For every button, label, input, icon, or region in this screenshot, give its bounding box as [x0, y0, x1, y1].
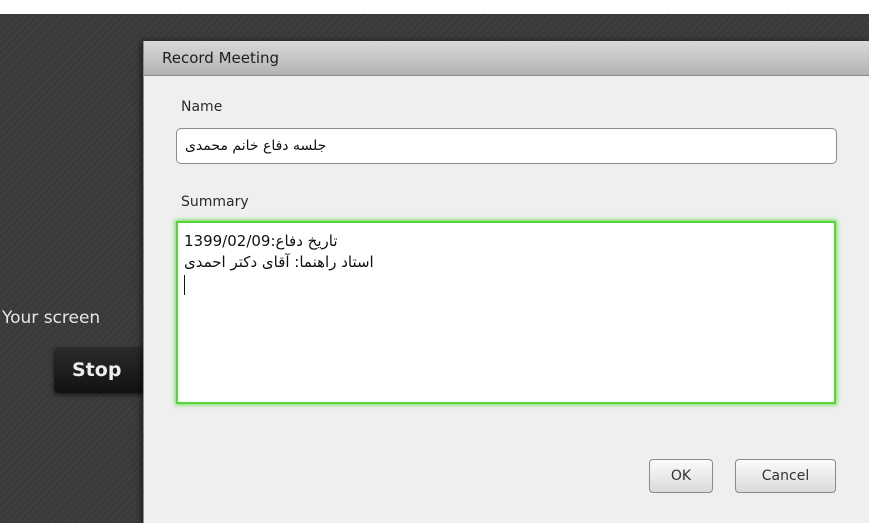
stop-sharing-button[interactable]: Stop [54, 347, 154, 393]
summary-label: Summary [181, 194, 249, 210]
name-label: Name [181, 99, 223, 115]
ok-button[interactable]: OK [649, 459, 713, 493]
name-input[interactable] [176, 128, 837, 164]
dialog-title: Record Meeting [162, 49, 280, 67]
cancel-button[interactable]: Cancel [735, 459, 836, 493]
record-meeting-dialog: Record Meeting Name Summary تاریخ دفاع:1… [143, 41, 869, 523]
dialog-header: Record Meeting [144, 41, 869, 76]
screen-share-message: Your screen [2, 308, 101, 328]
summary-textarea[interactable]: تاریخ دفاع:1399/02/09 استاد راهنما: آقای… [176, 221, 836, 404]
summary-line-supervisor: استاد راهنما: آقای دکتر احمدی [184, 253, 374, 271]
summary-line-defense-date: تاریخ دفاع:1399/02/09 [184, 232, 338, 250]
text-caret [184, 275, 185, 295]
